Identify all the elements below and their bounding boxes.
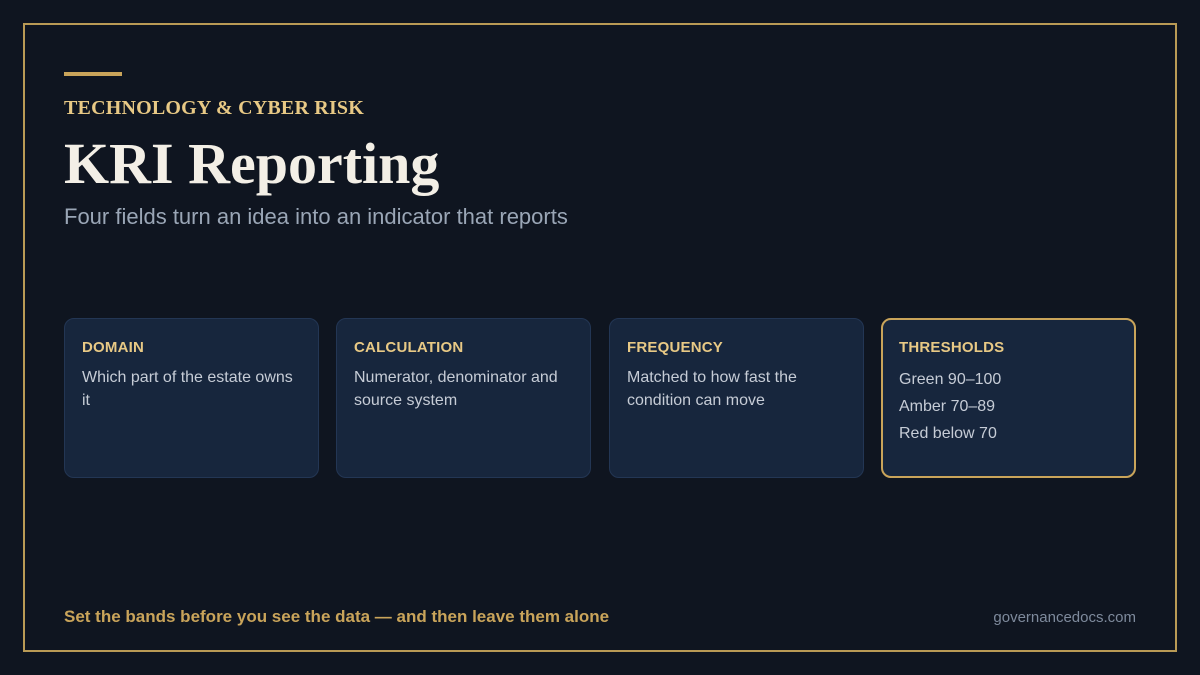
footer-note: Set the bands before you see the data — …: [64, 607, 610, 626]
card-label: DOMAIN: [82, 339, 145, 356]
threshold-green: Green 90–100: [899, 371, 1002, 388]
threshold-red: Red below 70: [899, 425, 997, 442]
slide-title: KRI Reporting: [64, 131, 440, 196]
card-frequency: FREQUENCY Matched to how fast the condit…: [609, 318, 864, 478]
card-domain: DOMAIN Which part of the estate owns it: [64, 318, 319, 478]
card-text: Which part of the estate owns it: [82, 369, 293, 409]
field-cards: DOMAIN Which part of the estate owns it …: [64, 318, 1137, 478]
footer-site: governancedocs.com: [993, 609, 1136, 626]
card-calculation: CALCULATION Numerator, denominator and s…: [336, 318, 591, 478]
card-label: THRESHOLDS: [899, 339, 1005, 356]
accent-bar: [64, 72, 122, 76]
section-kicker: TECHNOLOGY & CYBER RISK: [64, 97, 365, 119]
card-label: CALCULATION: [354, 339, 464, 356]
threshold-amber: Amber 70–89: [899, 398, 996, 415]
card-text: Matched to how fast the condition can mo…: [627, 369, 797, 409]
slide-subtitle: Four fields turn an idea into an indicat…: [64, 204, 568, 229]
card-label: FREQUENCY: [627, 339, 723, 356]
card-text: Numerator, denominator and source system: [354, 369, 558, 409]
card-thresholds: THRESHOLDS Green 90–100 Amber 70–89 Red …: [881, 318, 1136, 478]
